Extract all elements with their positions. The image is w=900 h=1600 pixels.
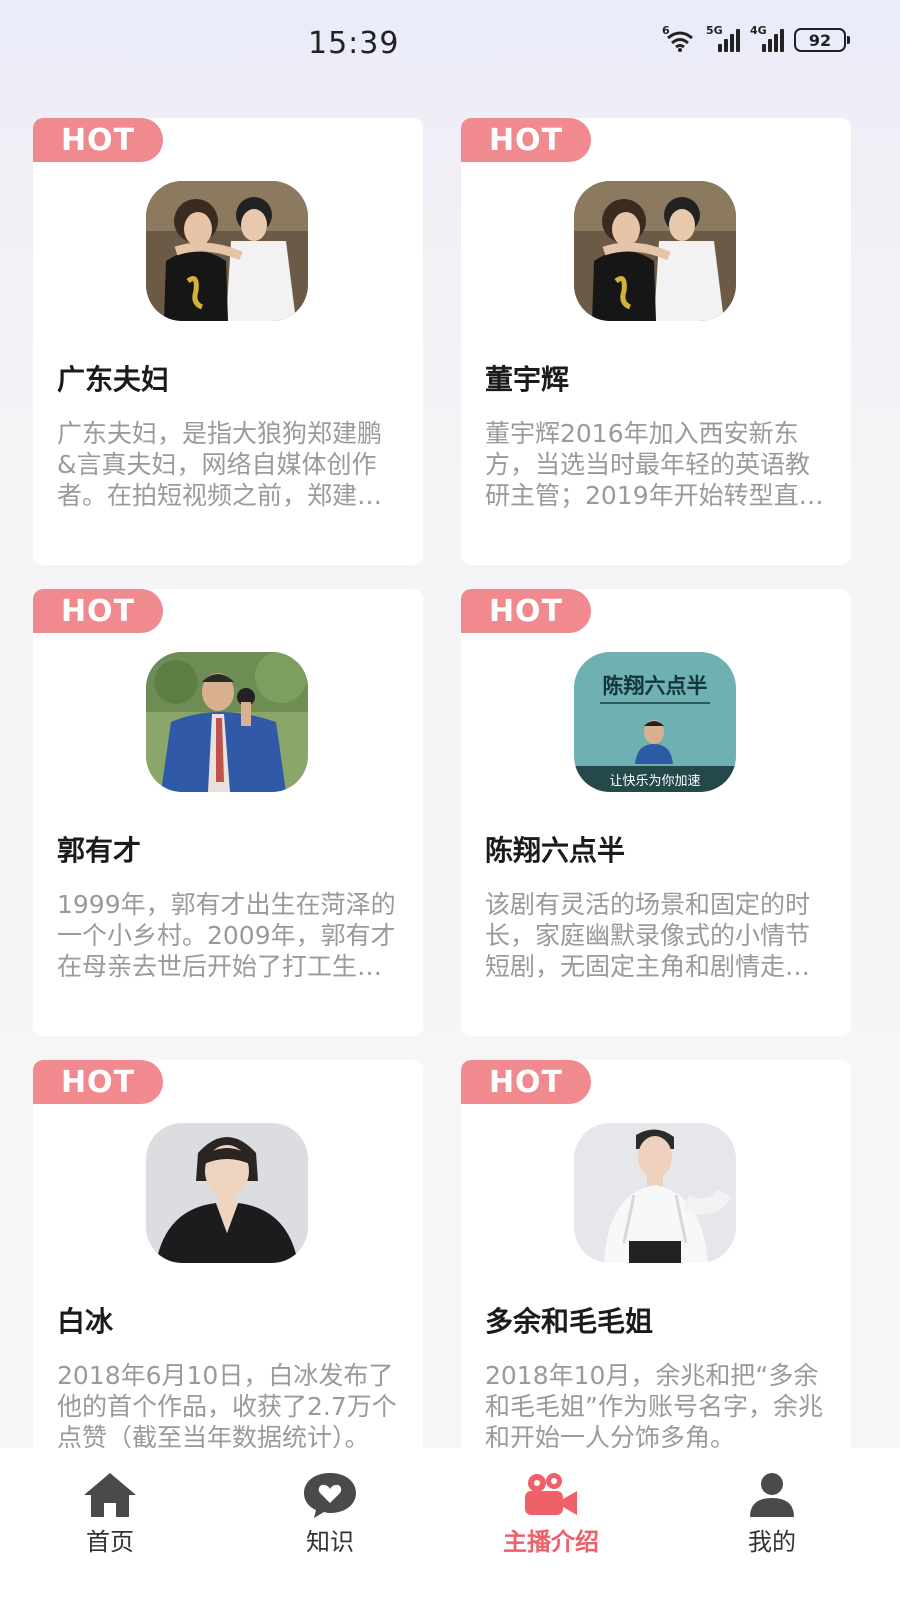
- streamer-grid: HOT 广东夫妇 广东夫妇，是指大狼狗郑建鹏&言真夫妇，网络自媒体创作者。在拍短…: [33, 118, 851, 1507]
- status-time: 15:39: [308, 26, 400, 61]
- signal-4g-icon: 4G: [750, 24, 784, 52]
- streamer-name: 白冰: [57, 1305, 114, 1338]
- home-icon: [80, 1470, 140, 1520]
- poster-title: 陈翔六点半: [602, 674, 708, 698]
- streamer-avatar: 陈翔六点半 让快乐为你加速: [574, 652, 736, 792]
- poster-person: [635, 720, 673, 764]
- tab-label: 主播介绍: [503, 1528, 599, 1556]
- chat-heart-icon: [300, 1470, 360, 1520]
- wifi-tag: 6: [662, 24, 670, 37]
- poster-slogan: 让快乐为你加速: [609, 774, 701, 789]
- tab-label: 知识: [306, 1528, 354, 1556]
- streamer-desc: 2018年10月，余兆和把“多余和毛毛姐”作为账号名字，余兆和开始一人分饰多角。: [485, 1361, 823, 1452]
- hot-badge: HOT: [33, 589, 163, 633]
- streamer-name: 陈翔六点半: [485, 834, 626, 867]
- streamer-name: 多余和毛毛姐: [485, 1305, 654, 1338]
- tab-mine[interactable]: 我的: [702, 1470, 842, 1557]
- streamer-avatar: [574, 1123, 736, 1263]
- streamer-name: 郭有才: [57, 834, 142, 867]
- status-bar: 15:39 6 5G 4G 92: [0, 0, 900, 90]
- hot-badge: HOT: [33, 118, 163, 162]
- streamer-name: 董宇辉: [485, 363, 570, 396]
- battery-icon: 92: [794, 28, 850, 52]
- tab-label: 我的: [748, 1528, 796, 1556]
- video-camera-icon: [521, 1470, 581, 1520]
- bottom-tab-bar: 首页 知识 主播介绍 我的: [0, 1448, 900, 1600]
- user-icon: [742, 1470, 802, 1520]
- hot-badge: HOT: [461, 589, 591, 633]
- streamer-card[interactable]: HOT 广东夫妇 广东夫妇，是指大狼狗郑建鹏&言真夫妇，网络自媒体创作者。在拍短…: [33, 118, 423, 565]
- poster-divider: [600, 702, 710, 704]
- streamer-avatar: [146, 652, 308, 792]
- signal-5g-label: 5G: [706, 24, 723, 37]
- streamer-card[interactable]: HOT 陈翔六点半 让快乐为你加速 陈翔六点半 该剧有灵活的场景和固定的时长，家…: [461, 589, 851, 1036]
- wifi-icon: 6: [662, 24, 696, 52]
- streamer-avatar: [574, 181, 736, 321]
- streamer-card[interactable]: HOT 多余和毛毛姐 2018年10月，余兆和把“多余和毛毛姐”作为账号名字，余…: [461, 1060, 851, 1507]
- status-icons: 6 5G 4G 92: [662, 24, 850, 52]
- hot-badge: HOT: [461, 118, 591, 162]
- streamer-desc: 该剧有灵活的场景和固定的时长，家庭幽默录像式的小情节短剧，无固定主角和剧情走向。: [485, 890, 811, 981]
- hot-badge: HOT: [461, 1060, 591, 1104]
- streamer-desc: 2018年6月10日，白冰发布了他的首个作品，收获了2.7万个点赞（截至当年数据…: [57, 1361, 397, 1452]
- streamer-avatar: [146, 181, 308, 321]
- streamer-desc: 1999年，郭有才出生在菏泽的一个小乡村。2009年，郭有才在母亲去世后开始了打…: [57, 890, 396, 981]
- tab-knowledge[interactable]: 知识: [260, 1470, 400, 1557]
- streamer-name: 广东夫妇: [57, 363, 170, 396]
- tab-label: 首页: [86, 1528, 134, 1556]
- streamer-avatar: [146, 1123, 308, 1263]
- tab-home[interactable]: 首页: [40, 1470, 180, 1557]
- streamer-card[interactable]: HOT 郭有才 1999年，郭有才出生在菏泽的一个小乡村。2009年，郭有才在母…: [33, 589, 423, 1036]
- tab-streamers[interactable]: 主播介绍: [481, 1470, 621, 1557]
- streamer-card[interactable]: HOT 董宇辉 董宇辉2016年加入西安新东方，当选当时最年轻的英语教研主管；2…: [461, 118, 851, 565]
- streamer-desc: 董宇辉2016年加入西安新东方，当选当时最年轻的英语教研主管；2019年开始转型…: [485, 419, 824, 510]
- streamer-desc: 广东夫妇，是指大狼狗郑建鹏&言真夫妇，网络自媒体创作者。在拍短视频之前，郑建鹏是…: [57, 419, 383, 510]
- streamer-card[interactable]: HOT 白冰 2018年6月10日，白冰发布了他的首个作品，收获了2.7万个点赞…: [33, 1060, 423, 1507]
- hot-badge: HOT: [33, 1060, 163, 1104]
- battery-level: 92: [808, 30, 832, 50]
- signal-5g-icon: 5G: [706, 24, 740, 52]
- signal-4g-label: 4G: [750, 24, 767, 37]
